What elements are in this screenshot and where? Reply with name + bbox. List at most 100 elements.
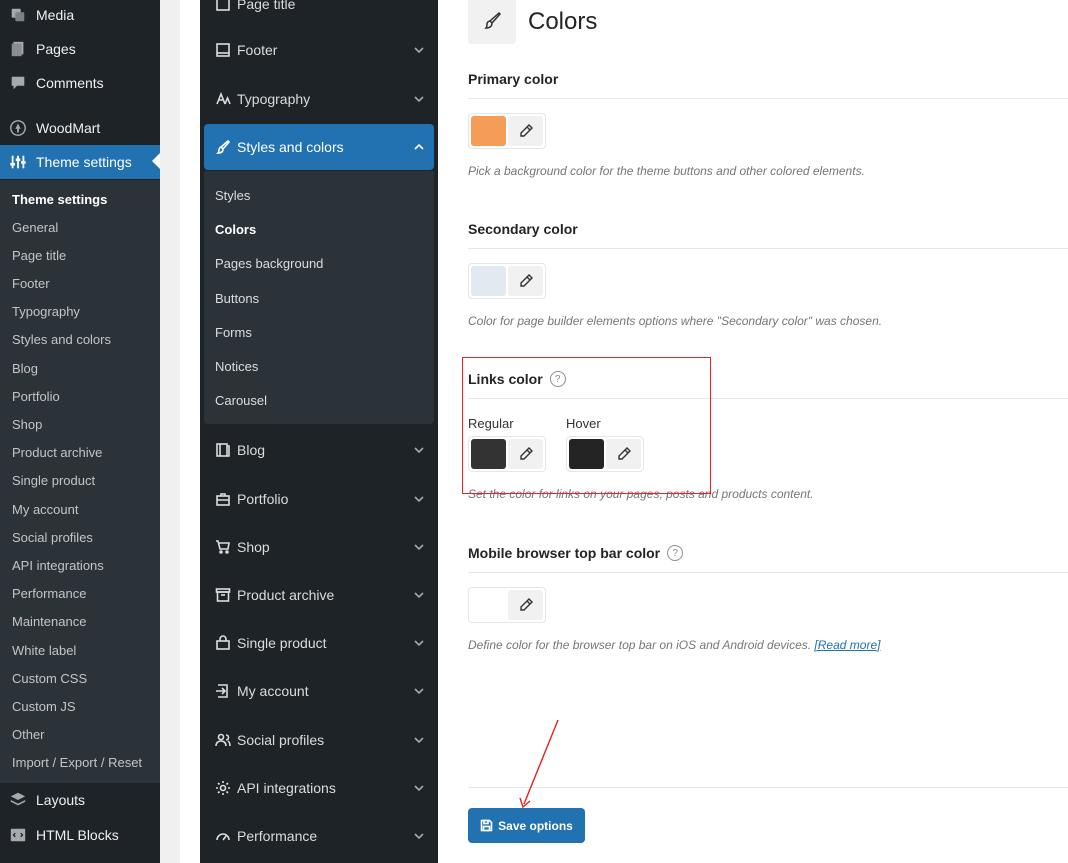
wp-menu-woodmart[interactable]: WoodMart: [0, 111, 160, 145]
chevron-down-icon: [404, 685, 434, 697]
wp-menu-label: Layouts: [36, 792, 86, 808]
wp-sub-item[interactable]: Typography: [12, 302, 80, 322]
wp-sub-item[interactable]: Portfolio: [12, 387, 60, 407]
wp-sub-item[interactable]: Social profiles: [12, 528, 93, 548]
divider: [468, 98, 1068, 99]
wp-sub-item[interactable]: Custom JS: [12, 697, 76, 717]
bag-icon: [204, 635, 237, 651]
ts-nav-label: Styles and colors: [237, 139, 344, 155]
wp-menu-label: Theme settings: [36, 154, 132, 170]
wp-sub-item[interactable]: Styles and colors: [12, 330, 111, 350]
ts-nav-item-styles-and-colors[interactable]: Styles and colors: [204, 124, 434, 170]
typography-icon: [204, 91, 237, 107]
chevron-down-icon: [404, 782, 434, 794]
read-more-link[interactable]: [Read more]: [814, 638, 880, 652]
blog-icon: [204, 442, 237, 458]
ts-sub-item[interactable]: Carousel: [215, 391, 267, 411]
ts-nav-label: Performance: [237, 828, 318, 844]
primary-color-picker[interactable]: [468, 113, 546, 149]
eyedropper-button[interactable]: [508, 266, 543, 296]
ts-nav-item-social-profiles[interactable]: Social profiles: [204, 717, 434, 763]
wp-menu-comments[interactable]: Comments: [0, 66, 160, 100]
wp-sub-item[interactable]: Maintenance: [12, 612, 86, 632]
ts-subnav: Styles Colors Pages background Buttons F…: [204, 171, 434, 424]
sliders-icon: [0, 153, 36, 171]
wp-sub-item[interactable]: Performance: [12, 584, 86, 604]
wp-menu-theme-settings[interactable]: Theme settings: [0, 145, 160, 179]
ts-sub-item[interactable]: Notices: [215, 357, 258, 377]
annotation-arrow: [519, 719, 559, 808]
help-icon[interactable]: ?: [667, 545, 684, 561]
secondary-color-desc: Color for page builder elements options …: [468, 314, 883, 328]
eyedropper-button[interactable]: [508, 590, 543, 620]
chevron-down-icon: [404, 444, 434, 456]
ts-nav-item-blog[interactable]: Blog: [204, 427, 434, 473]
ts-nav-item-product-archive[interactable]: Product archive: [204, 572, 434, 618]
ts-nav-item-typography[interactable]: Typography: [204, 76, 434, 122]
media-icon: [0, 6, 36, 24]
ts-nav-label: Footer: [237, 42, 278, 58]
ts-nav-item-footer[interactable]: Footer: [204, 27, 434, 73]
wp-sub-item[interactable]: Product archive: [12, 443, 102, 463]
wp-sub-item[interactable]: Custom CSS: [12, 669, 87, 689]
wp-submenu: Theme settings General Page title Footer…: [0, 180, 160, 783]
chevron-down-icon: [404, 44, 434, 56]
ts-sub-item[interactable]: Styles: [215, 186, 250, 206]
mobile-color-swatch[interactable]: [471, 590, 506, 620]
mobile-color-title: Mobile browser top bar color: [468, 545, 661, 561]
ts-sub-item[interactable]: Pages background: [215, 254, 323, 274]
wp-sub-item[interactable]: White label: [12, 641, 76, 661]
mobile-color-picker[interactable]: [468, 587, 546, 623]
wp-menu-label: Pages: [36, 41, 76, 57]
wp-sub-item[interactable]: My account: [12, 500, 78, 520]
ts-sub-item[interactable]: Colors: [215, 220, 256, 240]
wp-sub-item[interactable]: Single product: [12, 471, 95, 491]
ts-nav-item-shop[interactable]: Shop: [204, 524, 434, 570]
ts-nav-item-page-title[interactable]: Page title: [204, 0, 434, 27]
wp-menu-layouts[interactable]: Layouts: [0, 783, 160, 817]
ts-nav-item-single-product[interactable]: Single product: [204, 620, 434, 666]
wp-sub-item[interactable]: Blog: [12, 359, 38, 379]
wp-menu-pages[interactable]: Pages: [0, 32, 160, 66]
wp-sub-item[interactable]: Page title: [12, 246, 66, 266]
wp-sub-item[interactable]: Shop: [12, 415, 42, 435]
wp-admin-sidebar: Media Pages Comments WoodMart Theme sett…: [0, 0, 160, 863]
pages-icon: [0, 40, 36, 58]
save-options-label: Save options: [498, 818, 573, 833]
chevron-down-icon: [404, 589, 434, 601]
ts-nav-label: Blog: [237, 442, 266, 458]
wp-menu-html-blocks[interactable]: HTML Blocks: [0, 818, 160, 852]
wp-menu-media[interactable]: Media: [0, 0, 160, 32]
wp-sub-item[interactable]: Other: [12, 725, 45, 745]
primary-color-swatch[interactable]: [471, 116, 506, 146]
briefcase-icon: [204, 491, 237, 507]
ts-sub-item[interactable]: Forms: [215, 323, 252, 343]
divider: [468, 572, 1068, 573]
ts-nav-label: API integrations: [237, 780, 336, 796]
ts-nav-label: Typography: [237, 91, 311, 107]
wp-sub-item[interactable]: Footer: [12, 274, 50, 294]
secondary-color-swatch[interactable]: [471, 266, 506, 296]
ts-nav-item-my-account[interactable]: My account: [204, 668, 434, 714]
divider: [468, 248, 1068, 249]
ts-nav-item-api-integrations[interactable]: API integrations: [204, 765, 434, 811]
ts-nav-item-portfolio[interactable]: Portfolio: [204, 476, 434, 522]
mobile-color-heading: Mobile browser top bar color ?: [468, 545, 684, 561]
ts-sub-item[interactable]: Buttons: [215, 289, 259, 309]
save-icon: [480, 819, 493, 832]
ts-nav-label: Shop: [237, 539, 270, 555]
wp-sub-item[interactable]: API integrations: [12, 556, 104, 576]
ts-nav-label: Single product: [237, 635, 327, 651]
cart-icon: [204, 539, 237, 555]
save-options-button[interactable]: Save options: [468, 808, 585, 843]
eyedropper-button[interactable]: [508, 116, 543, 146]
wp-sub-item[interactable]: Import / Export / Reset: [12, 753, 142, 773]
secondary-color-picker[interactable]: [468, 263, 546, 299]
chevron-down-icon: [404, 493, 434, 505]
ts-nav-item-performance[interactable]: Performance: [204, 813, 434, 859]
mobile-color-desc-text: Define color for the browser top bar on …: [468, 638, 812, 652]
eyedropper-icon: [519, 124, 533, 137]
wp-sub-item[interactable]: General: [12, 218, 58, 238]
layers-icon: [0, 791, 36, 809]
wp-sub-item[interactable]: Theme settings: [12, 190, 107, 210]
